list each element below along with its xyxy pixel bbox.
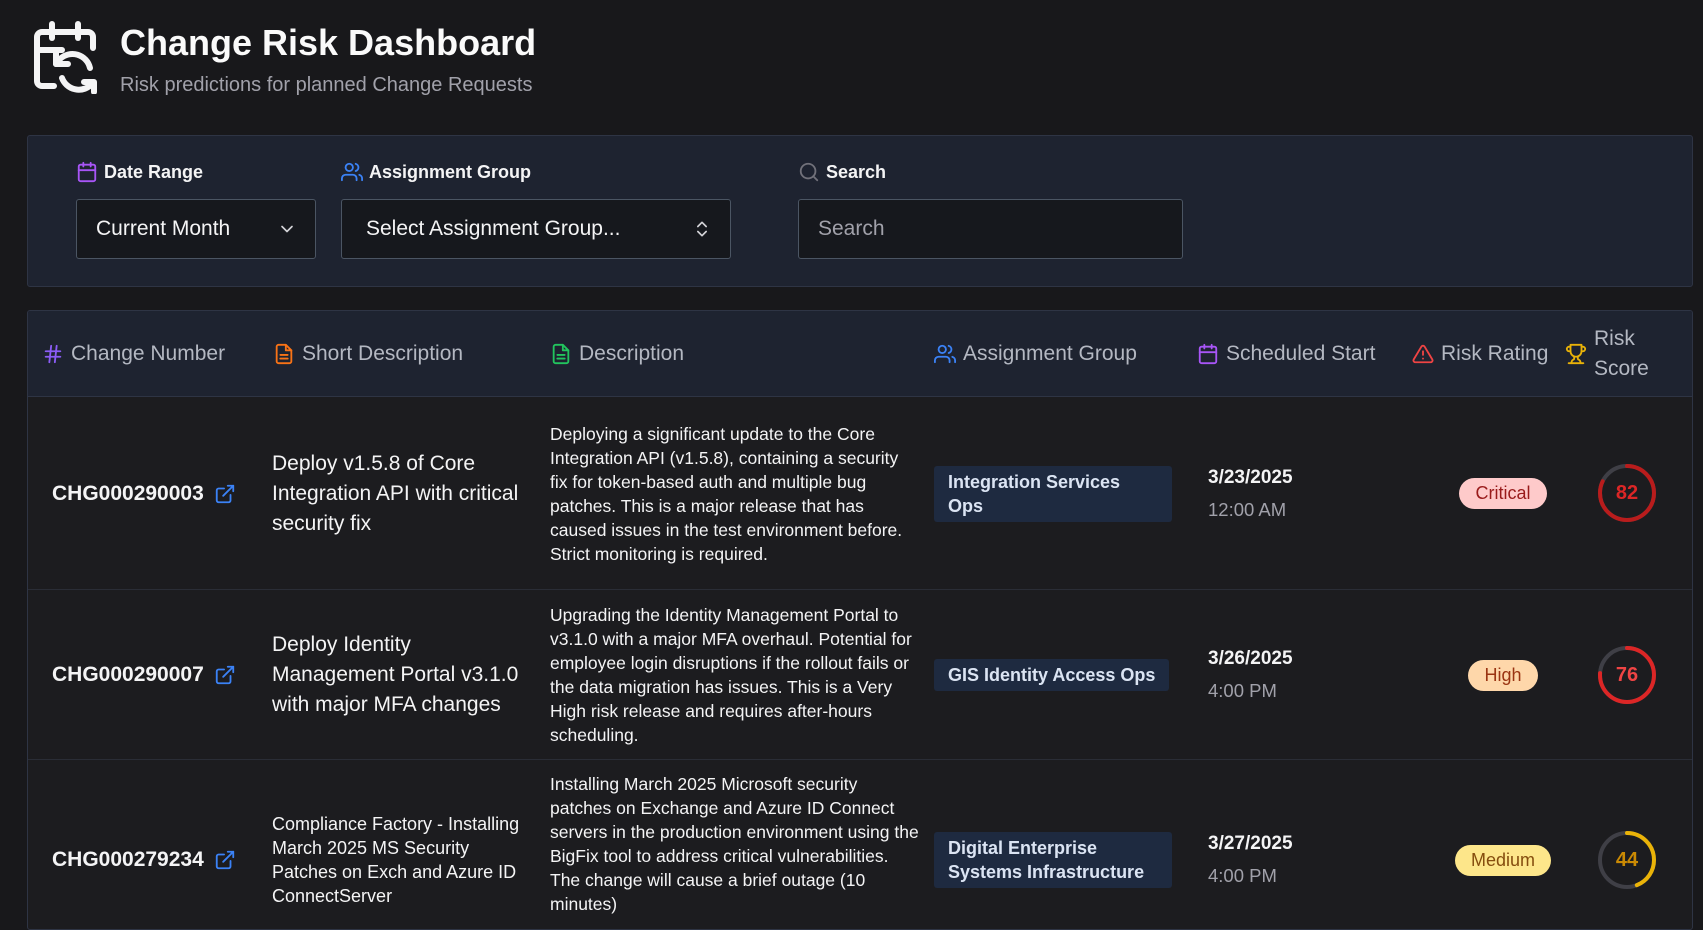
search-icon bbox=[799, 162, 819, 182]
date-range-select[interactable]: Current Month bbox=[76, 199, 316, 259]
calendar-icon bbox=[1198, 343, 1218, 365]
external-link-icon[interactable] bbox=[214, 483, 236, 505]
date-range-filter: Date Range Current Month bbox=[76, 161, 316, 259]
file-text-icon bbox=[275, 343, 293, 365]
change-number: CHG000290007 bbox=[52, 663, 204, 686]
page-header: Change Risk Dashboard Risk predictions f… bbox=[32, 20, 536, 100]
hash-icon bbox=[44, 344, 62, 364]
assignment-group-badge: Digital Enterprise Systems Infrastructur… bbox=[934, 832, 1172, 888]
column-short-description[interactable]: Short Description bbox=[273, 311, 463, 397]
risk-score-gauge: 82 bbox=[1595, 461, 1659, 525]
description: Upgrading the Identity Management Portal… bbox=[550, 605, 912, 745]
search-input[interactable] bbox=[798, 199, 1183, 259]
table-row[interactable]: CHG000279234 Compliance Factory - Instal… bbox=[28, 760, 1692, 929]
column-scheduled-start[interactable]: Scheduled Start bbox=[1197, 311, 1375, 397]
column-change-number[interactable]: Change Number bbox=[42, 311, 225, 397]
table-header: Change Number Short Description Descript… bbox=[28, 311, 1692, 397]
short-description: Deploy Identity Management Portal v3.1.0… bbox=[272, 633, 519, 716]
risk-rating-badge: Medium bbox=[1454, 844, 1552, 876]
users-icon bbox=[934, 344, 956, 364]
date-range-label: Date Range bbox=[104, 161, 204, 182]
assignment-group-value: Select Assignment Group... bbox=[366, 217, 621, 240]
page-title: Change Risk Dashboard bbox=[120, 22, 537, 63]
assignment-group-label: Assignment Group bbox=[369, 161, 532, 182]
change-number: CHG000279234 bbox=[52, 848, 204, 871]
assignment-group-badge: GIS Identity Access Ops bbox=[934, 659, 1170, 691]
file-text-icon bbox=[552, 343, 570, 365]
risk-score-value: 82 bbox=[1615, 481, 1639, 504]
assignment-group-badge: Integration Services Ops bbox=[934, 465, 1172, 522]
risk-score-value: 44 bbox=[1615, 848, 1639, 871]
scheduled-date: 3/26/2025 bbox=[1208, 648, 1293, 669]
alert-triangle-icon bbox=[1412, 344, 1434, 364]
column-risk-score[interactable]: Risk Score bbox=[1565, 311, 1654, 397]
scheduled-time: 4:00 PM bbox=[1208, 680, 1277, 701]
scheduled-date: 3/23/2025 bbox=[1208, 466, 1293, 488]
external-link-icon[interactable] bbox=[214, 849, 236, 871]
column-risk-rating[interactable]: Risk Rating bbox=[1412, 311, 1548, 397]
column-assignment-group[interactable]: Assignment Group bbox=[934, 311, 1137, 397]
calendar-icon bbox=[77, 161, 97, 183]
search-label: Search bbox=[826, 161, 887, 182]
trophy-icon bbox=[1565, 343, 1587, 365]
users-icon bbox=[341, 162, 363, 182]
short-description: Compliance Factory - Installing March 20… bbox=[272, 814, 520, 906]
search-filter: Search bbox=[798, 161, 1183, 259]
risk-score-gauge: 44 bbox=[1595, 828, 1659, 892]
calendar-refresh-icon bbox=[34, 21, 97, 94]
table-row[interactable]: CHG000290003 Deploy v1.5.8 of Core Integ… bbox=[28, 397, 1692, 590]
risk-score-gauge: 76 bbox=[1595, 643, 1659, 707]
risk-rating-badge: Critical bbox=[1459, 478, 1547, 509]
table-row[interactable]: CHG000290007 Deploy Identity Management … bbox=[28, 590, 1692, 760]
description: Deploying a significant update to the Co… bbox=[550, 423, 903, 564]
filter-panel: Date Range Current Month Assignment Grou… bbox=[27, 135, 1693, 287]
external-link-icon[interactable] bbox=[214, 664, 236, 686]
chevron-down-icon bbox=[281, 225, 293, 233]
chevron-up-down-icon bbox=[697, 221, 707, 237]
change-number: CHG000290003 bbox=[52, 481, 204, 505]
description: Installing March 2025 Microsoft security… bbox=[550, 774, 919, 914]
scheduled-date: 3/27/2025 bbox=[1208, 833, 1293, 854]
scheduled-time: 12:00 AM bbox=[1208, 498, 1287, 520]
risk-rating-badge: High bbox=[1468, 659, 1538, 691]
page-subtitle: Risk predictions for planned Change Requ… bbox=[120, 74, 533, 96]
change-table: Change Number Short Description Descript… bbox=[27, 310, 1693, 930]
date-range-value: Current Month bbox=[96, 217, 231, 240]
assignment-group-filter: Assignment Group Select Assignment Group… bbox=[341, 161, 731, 259]
risk-score-value: 76 bbox=[1615, 663, 1639, 686]
column-description[interactable]: Description bbox=[550, 311, 684, 397]
scheduled-time: 4:00 PM bbox=[1208, 865, 1277, 886]
short-description: Deploy v1.5.8 of Core Integration API wi… bbox=[272, 451, 519, 535]
assignment-group-select[interactable]: Select Assignment Group... bbox=[341, 199, 731, 259]
